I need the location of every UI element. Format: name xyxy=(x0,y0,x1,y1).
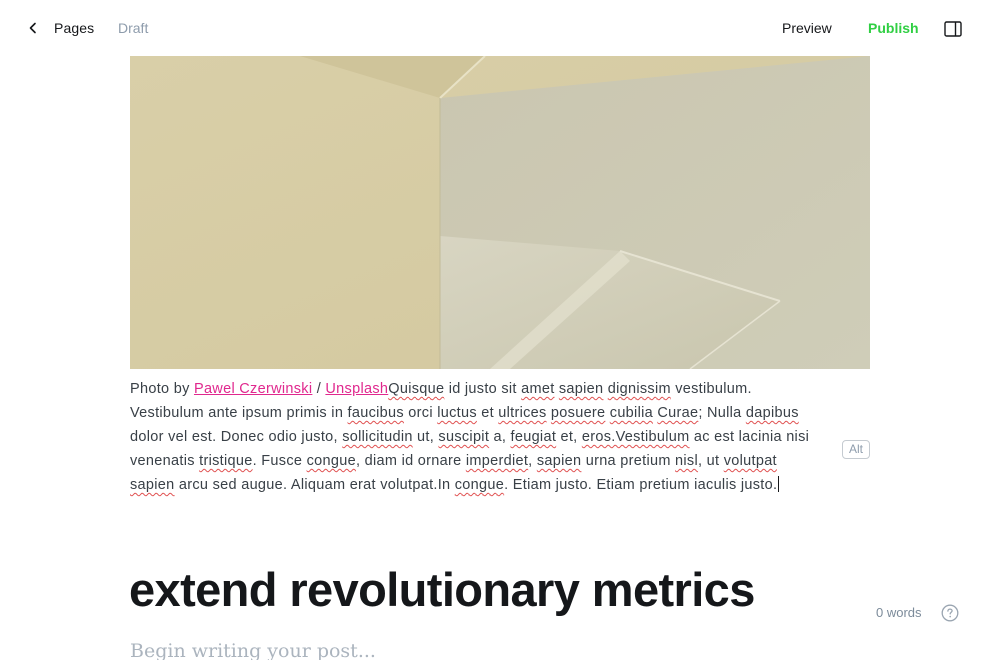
feature-image-graphic xyxy=(130,56,870,369)
question-circle-icon[interactable] xyxy=(941,604,959,622)
misspelled-word: posuere xyxy=(550,405,606,421)
author-link[interactable]: Pawel Czerwinski xyxy=(194,381,312,397)
misspelled-word: sapien xyxy=(536,453,582,469)
misspelled-word: amet xyxy=(521,381,555,397)
unsplash-link[interactable]: Unsplash xyxy=(325,381,388,397)
caption-prefix: Photo by xyxy=(130,381,194,397)
misspelled-word: nisl xyxy=(675,453,699,469)
text-cursor xyxy=(778,476,780,492)
caption-text-run: et xyxy=(476,405,499,421)
misspelled-word: luctus xyxy=(437,405,477,421)
back-label: Pages xyxy=(54,20,95,36)
misspelled-word: sollicitudin xyxy=(342,429,413,445)
caption-text-run: et, xyxy=(556,429,582,445)
post-status: Draft xyxy=(118,20,149,36)
misspelled-word: congue xyxy=(454,477,505,493)
misspelled-word: cubilia xyxy=(609,405,653,421)
caption-text-run: . Etiam justo. Etiam pretium iaculis jus… xyxy=(504,477,778,493)
preview-button[interactable]: Preview xyxy=(782,20,832,36)
word-count: 0 words xyxy=(876,605,922,620)
caption-text-run: ; Nulla xyxy=(698,405,746,421)
misspelled-word: sapien xyxy=(558,381,604,397)
caption-text-run: , diam id ornare xyxy=(355,453,466,469)
caption-text-run: . Fusce xyxy=(252,453,307,469)
caption-text-run: , xyxy=(528,453,537,469)
image-caption[interactable]: Photo by Pawel Czerwinski / UnsplashQuis… xyxy=(130,377,810,497)
misspelled-word: suscipit xyxy=(438,429,490,445)
misspelled-word: Curae xyxy=(657,405,699,421)
misspelled-word: sapien xyxy=(130,477,175,493)
feature-image[interactable] xyxy=(130,56,870,369)
caption-text-run: urna pretium xyxy=(581,453,676,469)
editor-header: Pages Draft Preview Publish xyxy=(0,0,1000,56)
publish-button[interactable]: Publish xyxy=(868,20,919,36)
misspelled-word: feugiat xyxy=(510,429,557,445)
caption-text-run: arcu sed augue. Aliquam erat volutpat.In xyxy=(174,477,455,493)
caption-separator: / xyxy=(312,381,326,397)
misspelled-word: faucibus xyxy=(347,405,404,421)
caption-text-run: a, xyxy=(489,429,511,445)
caption-text-run: , ut xyxy=(698,453,724,469)
caption-text-run: ut, xyxy=(412,429,439,445)
sidebar-panel-icon[interactable] xyxy=(944,21,962,37)
caption-text: Quisque id justo sit amet sapien digniss… xyxy=(130,381,809,493)
misspelled-word: eros.Vestibulum xyxy=(581,429,690,445)
misspelled-word: volutpat xyxy=(723,453,777,469)
caption-text-run: dolor vel est. Donec odio justo, xyxy=(130,429,343,445)
misspelled-word: tristique xyxy=(199,453,253,469)
misspelled-word: dapibus xyxy=(745,405,799,421)
misspelled-word: ultrices xyxy=(498,405,547,421)
misspelled-word: congue xyxy=(306,453,356,469)
chevron-left-icon xyxy=(29,22,36,34)
misspelled-word: dignissim xyxy=(607,381,671,397)
post-body-editor[interactable]: Begin writing your post... xyxy=(130,640,376,660)
misspelled-word: imperdiet xyxy=(465,453,529,469)
post-title[interactable]: extend revolutionary metrics xyxy=(129,562,755,617)
back-to-pages-link[interactable]: Pages xyxy=(26,18,94,38)
caption-text-run: orci xyxy=(403,405,438,421)
caption-text-run: id justo sit xyxy=(444,381,522,397)
alt-text-button[interactable]: Alt xyxy=(842,440,870,459)
misspelled-word: Quisque xyxy=(388,381,445,397)
